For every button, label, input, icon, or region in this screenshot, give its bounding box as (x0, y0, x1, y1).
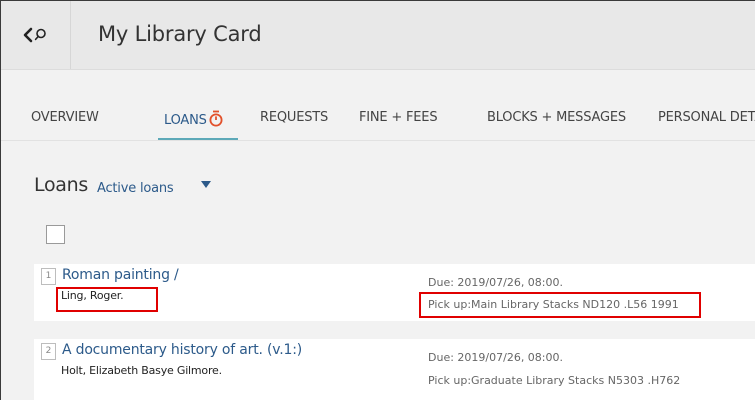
loans-heading: Loans (34, 174, 88, 196)
loan-row: 2 A documentary history of art. (v.1:) H… (34, 339, 755, 400)
tab-requests[interactable]: REQUESTS (260, 110, 328, 125)
loans-filter-dropdown[interactable]: Active loans (97, 181, 174, 196)
loan-title-link[interactable]: A documentary history of art. (v.1:) (62, 342, 302, 358)
row-index: 1 (41, 268, 56, 285)
tab-loans[interactable]: LOANS (164, 110, 224, 128)
tab-bar: OVERVIEW LOANS REQUESTS FINE + FEES BLOC… (1, 70, 755, 141)
top-bar: My Library Card (1, 1, 755, 70)
page-title: My Library Card (98, 22, 262, 46)
loan-row: 1 Roman painting / Ling, Roger. Due: 201… (34, 264, 755, 321)
loan-due-date: Due: 2019/07/26, 08:00. (428, 276, 564, 289)
loan-author: Ling, Roger. (61, 289, 124, 302)
loan-author: Holt, Elizabeth Basye Gilmore. (61, 364, 222, 377)
search-icon (34, 28, 46, 41)
active-tab-indicator (158, 138, 238, 140)
tab-loans-label: LOANS (164, 113, 207, 128)
select-all-checkbox[interactable] (46, 225, 65, 244)
loan-pickup-location: Pick up:Graduate Library Stacks N5303 .H… (428, 374, 681, 387)
tab-personal-details[interactable]: PERSONAL DETA (658, 110, 755, 125)
caret-down-icon[interactable] (201, 181, 211, 188)
tab-blocks-messages[interactable]: BLOCKS + MESSAGES (487, 110, 626, 125)
alarm-clock-icon (209, 110, 223, 127)
back-search-button[interactable] (1, 1, 71, 69)
loan-title-link[interactable]: Roman painting / (62, 267, 179, 283)
app-frame: My Library Card OVERVIEW LOANS REQUESTS … (0, 0, 755, 400)
row-index: 2 (41, 343, 56, 360)
tab-overview[interactable]: OVERVIEW (31, 110, 99, 125)
tab-fine-fees[interactable]: FINE + FEES (359, 110, 438, 125)
loan-pickup-location: Pick up:Main Library Stacks ND120 .L56 1… (428, 298, 679, 311)
loan-due-date: Due: 2019/07/26, 08:00. (428, 351, 564, 364)
chevron-left-icon (23, 27, 46, 43)
